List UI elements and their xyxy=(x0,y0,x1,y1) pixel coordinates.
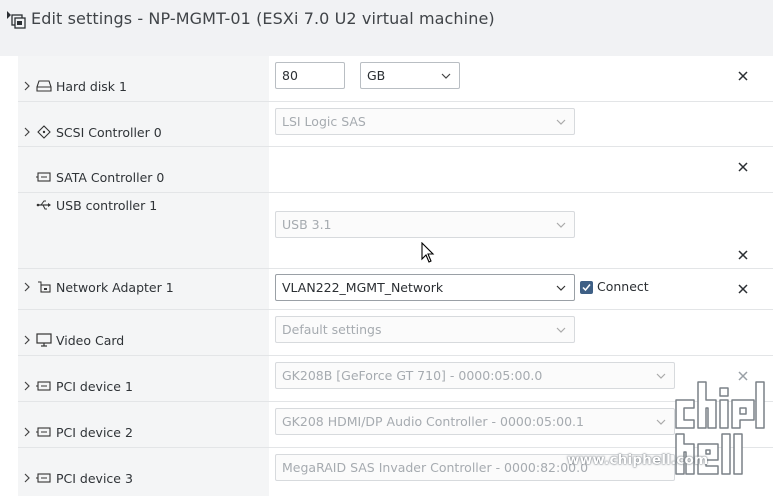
pci-device-1-label: PCI device 1 xyxy=(56,378,133,394)
chevron-right-icon[interactable] xyxy=(22,79,34,93)
video-card-row-label[interactable]: Video Card xyxy=(22,331,124,349)
pci-device-icon xyxy=(36,425,52,439)
scsi-controller-icon xyxy=(36,125,52,139)
remove-sata-controller-button[interactable] xyxy=(736,160,750,174)
remove-hard-disk-button[interactable] xyxy=(736,69,750,83)
monitor-icon xyxy=(36,333,52,347)
chevron-right-icon[interactable] xyxy=(22,471,34,485)
mouse-cursor-icon xyxy=(421,242,435,263)
sata-controller-row-label: SATA Controller 0 xyxy=(22,168,164,186)
usb-controller-row-label: USB controller 1 xyxy=(22,196,157,214)
network-adapter-icon xyxy=(36,280,52,294)
pci-device-icon xyxy=(36,471,52,485)
pci-device-2-label: PCI device 2 xyxy=(56,424,133,440)
chevron-right-icon[interactable] xyxy=(22,379,34,393)
close-icon xyxy=(738,284,748,294)
usb-type-select[interactable]: USB 3.1 xyxy=(275,211,575,238)
network-adapter-label: Network Adapter 1 xyxy=(56,279,174,295)
dialog-title: Edit settings - NP-MGMT-01 (ESXi 7.0 U2 … xyxy=(31,9,495,28)
scsi-controller-label: SCSI Controller 0 xyxy=(56,124,162,140)
hard-disk-row-label[interactable]: Hard disk 1 xyxy=(22,77,127,95)
disk-unit-select[interactable]: GB xyxy=(360,62,460,89)
chevron-right-icon[interactable] xyxy=(22,280,34,294)
sata-controller-label: SATA Controller 0 xyxy=(56,169,165,185)
scsi-type-select[interactable]: LSI Logic SAS xyxy=(275,108,575,135)
remove-network-adapter-button[interactable] xyxy=(736,282,750,296)
disk-size-input[interactable]: 80 xyxy=(275,62,345,89)
video-card-label: Video Card xyxy=(56,332,125,348)
chevron-down-icon xyxy=(441,73,451,79)
remove-usb-controller-button[interactable] xyxy=(736,248,750,262)
connect-label[interactable]: Connect xyxy=(597,279,649,294)
scsi-controller-row-label[interactable]: SCSI Controller 0 xyxy=(22,123,162,141)
close-icon xyxy=(738,250,748,260)
video-settings-select[interactable]: Default settings xyxy=(275,316,575,343)
virtual-hardware-form: Hard disk 1 80 GB SCSI Controller 0 LSI … xyxy=(0,56,773,496)
pci-device-icon xyxy=(36,379,52,393)
sata-controller-icon xyxy=(36,170,52,184)
chevron-down-icon xyxy=(556,327,566,333)
close-icon xyxy=(738,71,748,81)
hard-disk-label: Hard disk 1 xyxy=(56,78,127,94)
usb-icon xyxy=(36,198,52,212)
network-adapter-row-label[interactable]: Network Adapter 1 xyxy=(22,278,174,296)
chevron-down-icon xyxy=(556,119,566,125)
pci-device-1-row-label[interactable]: PCI device 1 xyxy=(22,377,133,395)
close-icon xyxy=(738,162,748,172)
connect-checkbox[interactable] xyxy=(580,281,593,294)
dialog-header: Edit settings - NP-MGMT-01 (ESXi 7.0 U2 … xyxy=(0,0,773,56)
pci-device-2-select[interactable]: GK208 HDMI/DP Audio Controller - 0000:05… xyxy=(275,408,675,435)
chevron-right-icon[interactable] xyxy=(22,125,34,139)
pci-device-2-row-label[interactable]: PCI device 2 xyxy=(22,423,133,441)
usb-controller-label: USB controller 1 xyxy=(56,197,158,213)
chevron-down-icon xyxy=(656,373,666,379)
chevron-down-icon xyxy=(556,222,566,228)
watermark-url: www.chiphell.com xyxy=(567,452,709,468)
vm-edit-icon xyxy=(7,11,26,29)
network-select[interactable]: VLAN222_MGMT_Network xyxy=(275,274,575,301)
chevron-down-icon xyxy=(556,285,566,291)
chevron-down-icon xyxy=(656,419,666,425)
hard-disk-icon xyxy=(36,79,52,93)
checkmark-icon xyxy=(582,284,591,292)
chevron-right-icon[interactable] xyxy=(22,425,34,439)
pci-device-3-row-label[interactable]: PCI device 3 xyxy=(22,469,133,487)
pci-device-1-select[interactable]: GK208B [GeForce GT 710] - 0000:05:00.0 xyxy=(275,362,675,389)
pci-device-3-label: PCI device 3 xyxy=(56,470,133,486)
chevron-right-icon[interactable] xyxy=(22,333,34,347)
